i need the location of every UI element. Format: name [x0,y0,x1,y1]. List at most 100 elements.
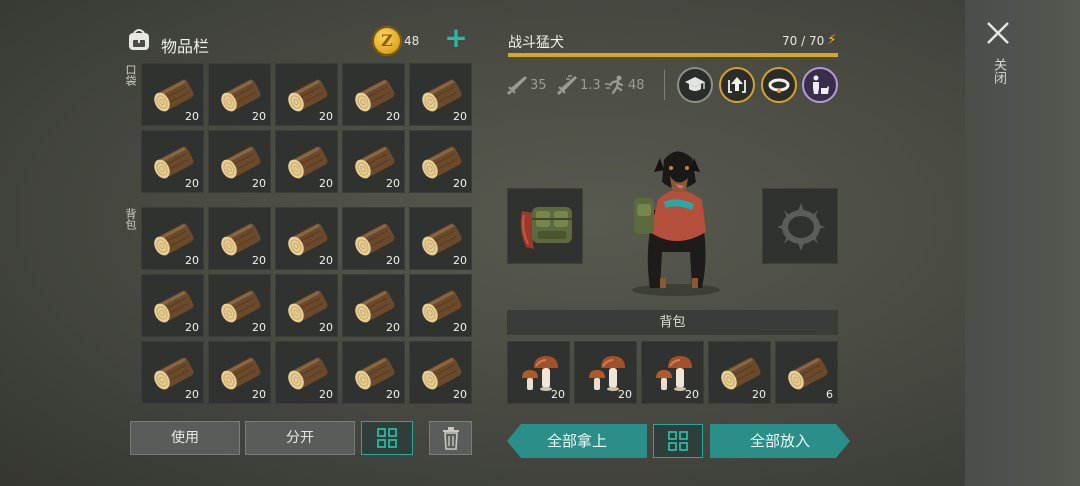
stat-speed: 48 [604,74,650,96]
pet-pack-slot[interactable]: 20 [574,341,637,404]
item-quantity: 20 [319,388,333,401]
backpack-label: 背包 [124,208,137,230]
close-label[interactable]: 关闭 [988,58,1008,84]
item-quantity: 20 [252,110,266,123]
pocket-slot[interactable]: 20 [409,63,472,126]
backpack-slot[interactable]: 20 [141,274,204,337]
skill-training[interactable] [677,67,713,103]
item-quantity: 20 [551,388,565,401]
item-quantity: 20 [319,321,333,334]
item-quantity: 20 [386,388,400,401]
backpack-slot[interactable]: 20 [342,341,405,404]
pet-pack-slot[interactable]: 20 [507,341,570,404]
item-quantity: 20 [319,110,333,123]
stat-attack: 35 [506,74,550,96]
backpack-slot[interactable]: 20 [275,274,338,337]
pocket-slot[interactable]: 20 [342,130,405,193]
sword-icon [506,76,527,96]
item-quantity: 20 [386,321,400,334]
item-quantity: 20 [453,321,467,334]
item-quantity: 20 [185,254,199,267]
backpack-slot[interactable]: 20 [208,274,271,337]
item-quantity: 20 [685,388,699,401]
skill-level-up[interactable] [719,67,755,103]
pocket-slot[interactable]: 20 [409,130,472,193]
swift-sword-icon [556,75,577,96]
backpack-slot[interactable]: 20 [409,341,472,404]
item-quantity: 20 [453,254,467,267]
skill-collar[interactable] [761,67,797,103]
backpack-slot[interactable]: 20 [141,207,204,270]
pet-collar-slot[interactable] [762,188,838,264]
pet-backpack-grid: 20 20 20 20 6 [507,341,838,404]
pet-pack-slot[interactable]: 6 [775,341,838,404]
trash-button[interactable] [429,421,472,455]
coin-count: 48 [404,34,420,48]
item-quantity: 6 [826,388,833,401]
item-quantity: 20 [252,254,266,267]
trash-icon [443,427,459,450]
owner-pet-icon [813,75,829,94]
skill-owner[interactable] [802,67,838,103]
level-up-icon [728,77,746,93]
pocket-slot[interactable]: 20 [208,130,271,193]
use-button[interactable]: 使用 [130,421,240,455]
backpack-slot[interactable]: 20 [275,341,338,404]
pet-armor-slot[interactable] [507,188,583,264]
backpack-grid: 20 20 20 20 20 20 20 20 20 20 20 20 20 20 20 [141,207,472,404]
pocket-slot[interactable]: 20 [208,63,271,126]
split-button[interactable]: 分开 [245,421,355,455]
pet-pack-slot[interactable]: 20 [641,341,704,404]
pet-hp-bar [508,53,838,57]
pet-sort-grid-button[interactable] [653,424,703,458]
item-quantity: 20 [252,388,266,401]
pocket-slot[interactable]: 20 [342,63,405,126]
backpack-slot[interactable]: 20 [342,207,405,270]
item-quantity: 20 [185,177,199,190]
pocket-slot[interactable]: 20 [275,130,338,193]
backpack-slot[interactable]: 20 [208,207,271,270]
spiked-collar-icon [777,203,825,251]
backpack-slot[interactable]: 20 [141,341,204,404]
backpack-slot[interactable]: 20 [275,207,338,270]
take-all-button[interactable]: 全部拿上 [507,424,647,458]
pocket-slot[interactable]: 20 [141,63,204,126]
item-quantity: 20 [618,388,632,401]
inventory-header: 物品栏 Z 48 + [124,24,474,58]
item-quantity: 20 [453,177,467,190]
item-quantity: 20 [453,388,467,401]
item-quantity: 20 [185,388,199,401]
running-icon [605,75,624,95]
pet-name: 战斗猛犬 [508,35,564,51]
pet-pack-slot[interactable]: 20 [708,341,771,404]
backpack-slot[interactable]: 20 [409,274,472,337]
log-icon [788,357,828,390]
stats-divider [664,70,665,100]
dog-armor-icon [520,207,572,249]
energy-icon: ⚡ [827,32,837,48]
put-all-button[interactable]: 全部放入 [710,424,850,458]
item-quantity: 20 [252,321,266,334]
sort-grid-button[interactable] [361,421,413,455]
item-quantity: 20 [386,254,400,267]
grid-icon [377,428,397,448]
pet-dog-image [632,151,720,296]
inventory-title: 物品栏 [161,37,210,56]
backpack-slot[interactable]: 20 [208,341,271,404]
collar-icon [768,78,790,93]
backpack-slot[interactable]: 20 [409,207,472,270]
pocket-slot[interactable]: 20 [275,63,338,126]
stat-attack-value: 35 [530,78,547,93]
pockets-label: 口袋 [124,64,137,86]
pocket-slot[interactable]: 20 [141,130,204,193]
close-icon[interactable] [985,20,1011,46]
backpack-slot[interactable]: 20 [342,274,405,337]
add-coins-button[interactable]: + [444,24,468,52]
item-quantity: 20 [319,254,333,267]
item-quantity: 20 [185,110,199,123]
stat-attack-speed-value: 1.3 [580,78,601,93]
grid-icon [668,431,688,451]
graduation-cap-icon [685,77,705,91]
stat-speed-value: 48 [628,78,645,93]
item-quantity: 20 [185,321,199,334]
